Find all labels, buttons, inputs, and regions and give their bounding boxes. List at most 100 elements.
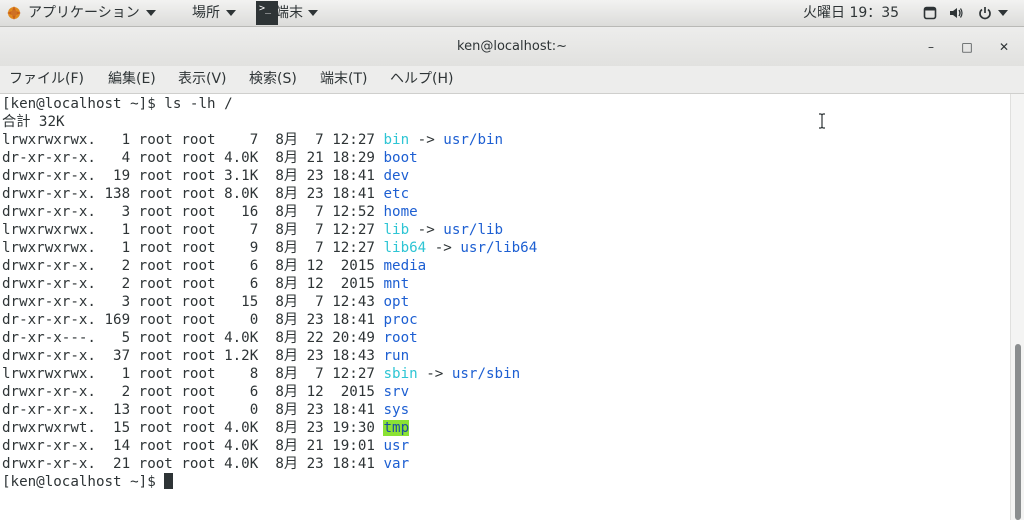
total-line: 合計 32K (2, 114, 65, 130)
symlink-arrow: -> (409, 132, 444, 148)
entry-name: usr (383, 438, 410, 454)
entry-attributes: dr-xr-xr-x. 169 root root 0 8月 23 18:41 (2, 312, 384, 328)
listing-row: lrwxrwxrwx. 1 root root 8 8月 7 12:27 sbi… (2, 365, 520, 383)
terminal-scrollbar[interactable] (1010, 94, 1024, 520)
listing-row: drwxr-xr-x. 19 root root 3.1K 8月 23 18:4… (2, 167, 409, 185)
chevron-down-icon (145, 10, 156, 16)
listing-row: lrwxrwxrwx. 1 root root 9 8月 7 12:27 lib… (2, 239, 537, 257)
entry-name: sbin (383, 366, 418, 382)
menu-file[interactable]: ファイル(F) (9, 66, 84, 93)
terminal-task-button[interactable]: >_ 端末 (256, 0, 330, 26)
shell-prompt: [ken@localhost ~]$ (2, 96, 165, 112)
entry-name: boot (383, 150, 418, 166)
text-cursor (164, 473, 174, 489)
chevron-down-icon (308, 10, 318, 16)
listing-row: dr-xr-xr-x. 169 root root 0 8月 23 18:41 … (2, 311, 418, 329)
places-menu[interactable]: 場所 (192, 0, 236, 26)
shell-prompt: [ken@localhost ~]$ (2, 474, 165, 490)
entry-name: srv (383, 384, 410, 400)
text-cursor-pointer-icon (819, 113, 825, 129)
listing-row: dr-xr-xr-x. 13 root root 0 8月 23 18:41 s… (2, 401, 409, 419)
listing-row: drwxr-xr-x. 2 root root 6 8月 12 2015 srv (2, 383, 409, 401)
listing-row: dr-xr-xr-x. 4 root root 4.0K 8月 21 18:29… (2, 149, 418, 167)
chevron-down-icon[interactable] (998, 10, 1008, 16)
entry-name: bin (383, 132, 410, 148)
entry-attributes: dr-xr-xr-x. 4 root root 4.0K 8月 21 18:29 (2, 150, 384, 166)
symlink-arrow: -> (426, 240, 461, 256)
entry-attributes: drwxr-xr-x. 14 root root 4.0K 8月 21 19:0… (2, 438, 384, 454)
applications-label: アプリケーション (28, 5, 140, 21)
listing-row: drwxr-xr-x. 21 root root 4.0K 8月 23 18:4… (2, 455, 409, 473)
listing-row: drwxr-xr-x. 2 root root 6 8月 12 2015 mnt (2, 275, 409, 293)
entry-name: media (383, 258, 427, 274)
window-titlebar[interactable]: ken@localhost:~ – □ ✕ (0, 27, 1024, 66)
menu-edit[interactable]: 編集(E) (108, 66, 156, 93)
menu-view[interactable]: 表示(V) (178, 66, 227, 93)
entry-attributes: drwxr-xr-x. 138 root root 8.0K 8月 23 18:… (2, 186, 384, 202)
entry-attributes: lrwxrwxrwx. 1 root root 7 8月 7 12:27 (2, 222, 384, 238)
symlink-target: usr/bin (443, 132, 504, 148)
command-line: [ken@localhost ~]$ ls -lh / (2, 95, 233, 113)
listing-row: drwxrwxrwt. 15 root root 4.0K 8月 23 19:3… (2, 419, 410, 437)
applications-icon (7, 6, 21, 20)
entry-name: sys (383, 402, 410, 418)
menu-terminal[interactable]: 端末(T) (320, 66, 367, 93)
entry-attributes: lrwxrwxrwx. 1 root root 8 8月 7 12:27 (2, 366, 384, 382)
menu-help[interactable]: ヘルプ(H) (390, 66, 453, 93)
listing-row: dr-xr-x---. 5 root root 4.0K 8月 22 20:49… (2, 329, 418, 347)
scrollbar-thumb[interactable] (1015, 344, 1021, 520)
clock[interactable]: 火曜日 19：35 (803, 0, 899, 26)
listing-row: lrwxrwxrwx. 1 root root 7 8月 7 12:27 lib… (2, 221, 503, 239)
minimize-button[interactable]: – (921, 37, 941, 57)
chevron-down-icon (226, 10, 236, 16)
entry-name: lib (383, 222, 410, 238)
entry-name: lib64 (383, 240, 427, 256)
places-label: 場所 (192, 5, 220, 21)
maximize-button[interactable]: □ (957, 37, 977, 57)
volume-icon[interactable] (949, 6, 963, 20)
terminal-output[interactable]: [ken@localhost ~]$ ls -lh / 合計 32K lrwxr… (0, 94, 1010, 520)
applications-menu[interactable]: アプリケーション (6, 0, 156, 26)
symlink-target: usr/lib (443, 222, 504, 238)
window-icon[interactable] (923, 6, 937, 20)
entry-attributes: lrwxrwxrwx. 1 root root 9 8月 7 12:27 (2, 240, 384, 256)
symlink-arrow: -> (409, 222, 444, 238)
entry-attributes: drwxr-xr-x. 3 root root 15 8月 7 12:43 (2, 294, 384, 310)
close-button[interactable]: ✕ (994, 37, 1014, 57)
current-prompt-line[interactable]: [ken@localhost ~]$ (2, 473, 174, 491)
entry-attributes: drwxr-xr-x. 21 root root 4.0K 8月 23 18:4… (2, 456, 384, 472)
entry-attributes: drwxr-xr-x. 2 root root 6 8月 12 2015 (2, 258, 384, 274)
listing-row: drwxr-xr-x. 3 root root 15 8月 7 12:43 op… (2, 293, 409, 311)
menu-bar: ファイル(F) 編集(E) 表示(V) 検索(S) 端末(T) ヘルプ(H) (0, 66, 1024, 94)
window-title: ken@localhost:~ (457, 39, 567, 54)
entry-attributes: drwxr-xr-x. 2 root root 6 8月 12 2015 (2, 276, 384, 292)
listing-row: lrwxrwxrwx. 1 root root 7 8月 7 12:27 bin… (2, 131, 503, 149)
power-icon[interactable] (978, 6, 992, 20)
entry-attributes: drwxr-xr-x. 19 root root 3.1K 8月 23 18:4… (2, 168, 384, 184)
entry-attributes: drwxr-xr-x. 3 root root 16 8月 7 12:52 (2, 204, 384, 220)
command-text: ls -lh / (164, 96, 233, 112)
listing-row: drwxr-xr-x. 138 root root 8.0K 8月 23 18:… (2, 185, 409, 203)
entry-name: run (383, 348, 410, 364)
entry-name: mnt (383, 276, 410, 292)
listing-row: drwxr-xr-x. 2 root root 6 8月 12 2015 med… (2, 257, 426, 275)
entry-name: dev (383, 168, 410, 184)
listing-row: drwxr-xr-x. 14 root root 4.0K 8月 21 19:0… (2, 437, 409, 455)
listing-row: drwxr-xr-x. 37 root root 1.2K 8月 23 18:4… (2, 347, 409, 365)
menu-search[interactable]: 検索(S) (249, 66, 297, 93)
entry-name: home (383, 204, 418, 220)
terminal-task-label: 端末 (275, 5, 303, 21)
entry-name: var (383, 456, 410, 472)
entry-attributes: dr-xr-xr-x. 13 root root 0 8月 23 18:41 (2, 402, 384, 418)
entry-attributes: lrwxrwxrwx. 1 root root 7 8月 7 12:27 (2, 132, 384, 148)
entry-attributes: drwxr-xr-x. 2 root root 6 8月 12 2015 (2, 384, 384, 400)
top-bar: アプリケーション 場所 >_ 端末 火曜日 19：35 (0, 0, 1024, 27)
entry-attributes: drwxr-xr-x. 37 root root 1.2K 8月 23 18:4… (2, 348, 384, 364)
entry-name: opt (383, 294, 410, 310)
entry-name: etc (383, 186, 410, 202)
symlink-target: usr/lib64 (460, 240, 538, 256)
entry-name: proc (383, 312, 418, 328)
entry-name: tmp (383, 420, 410, 436)
symlink-arrow: -> (417, 366, 452, 382)
entry-name: root (383, 330, 418, 346)
